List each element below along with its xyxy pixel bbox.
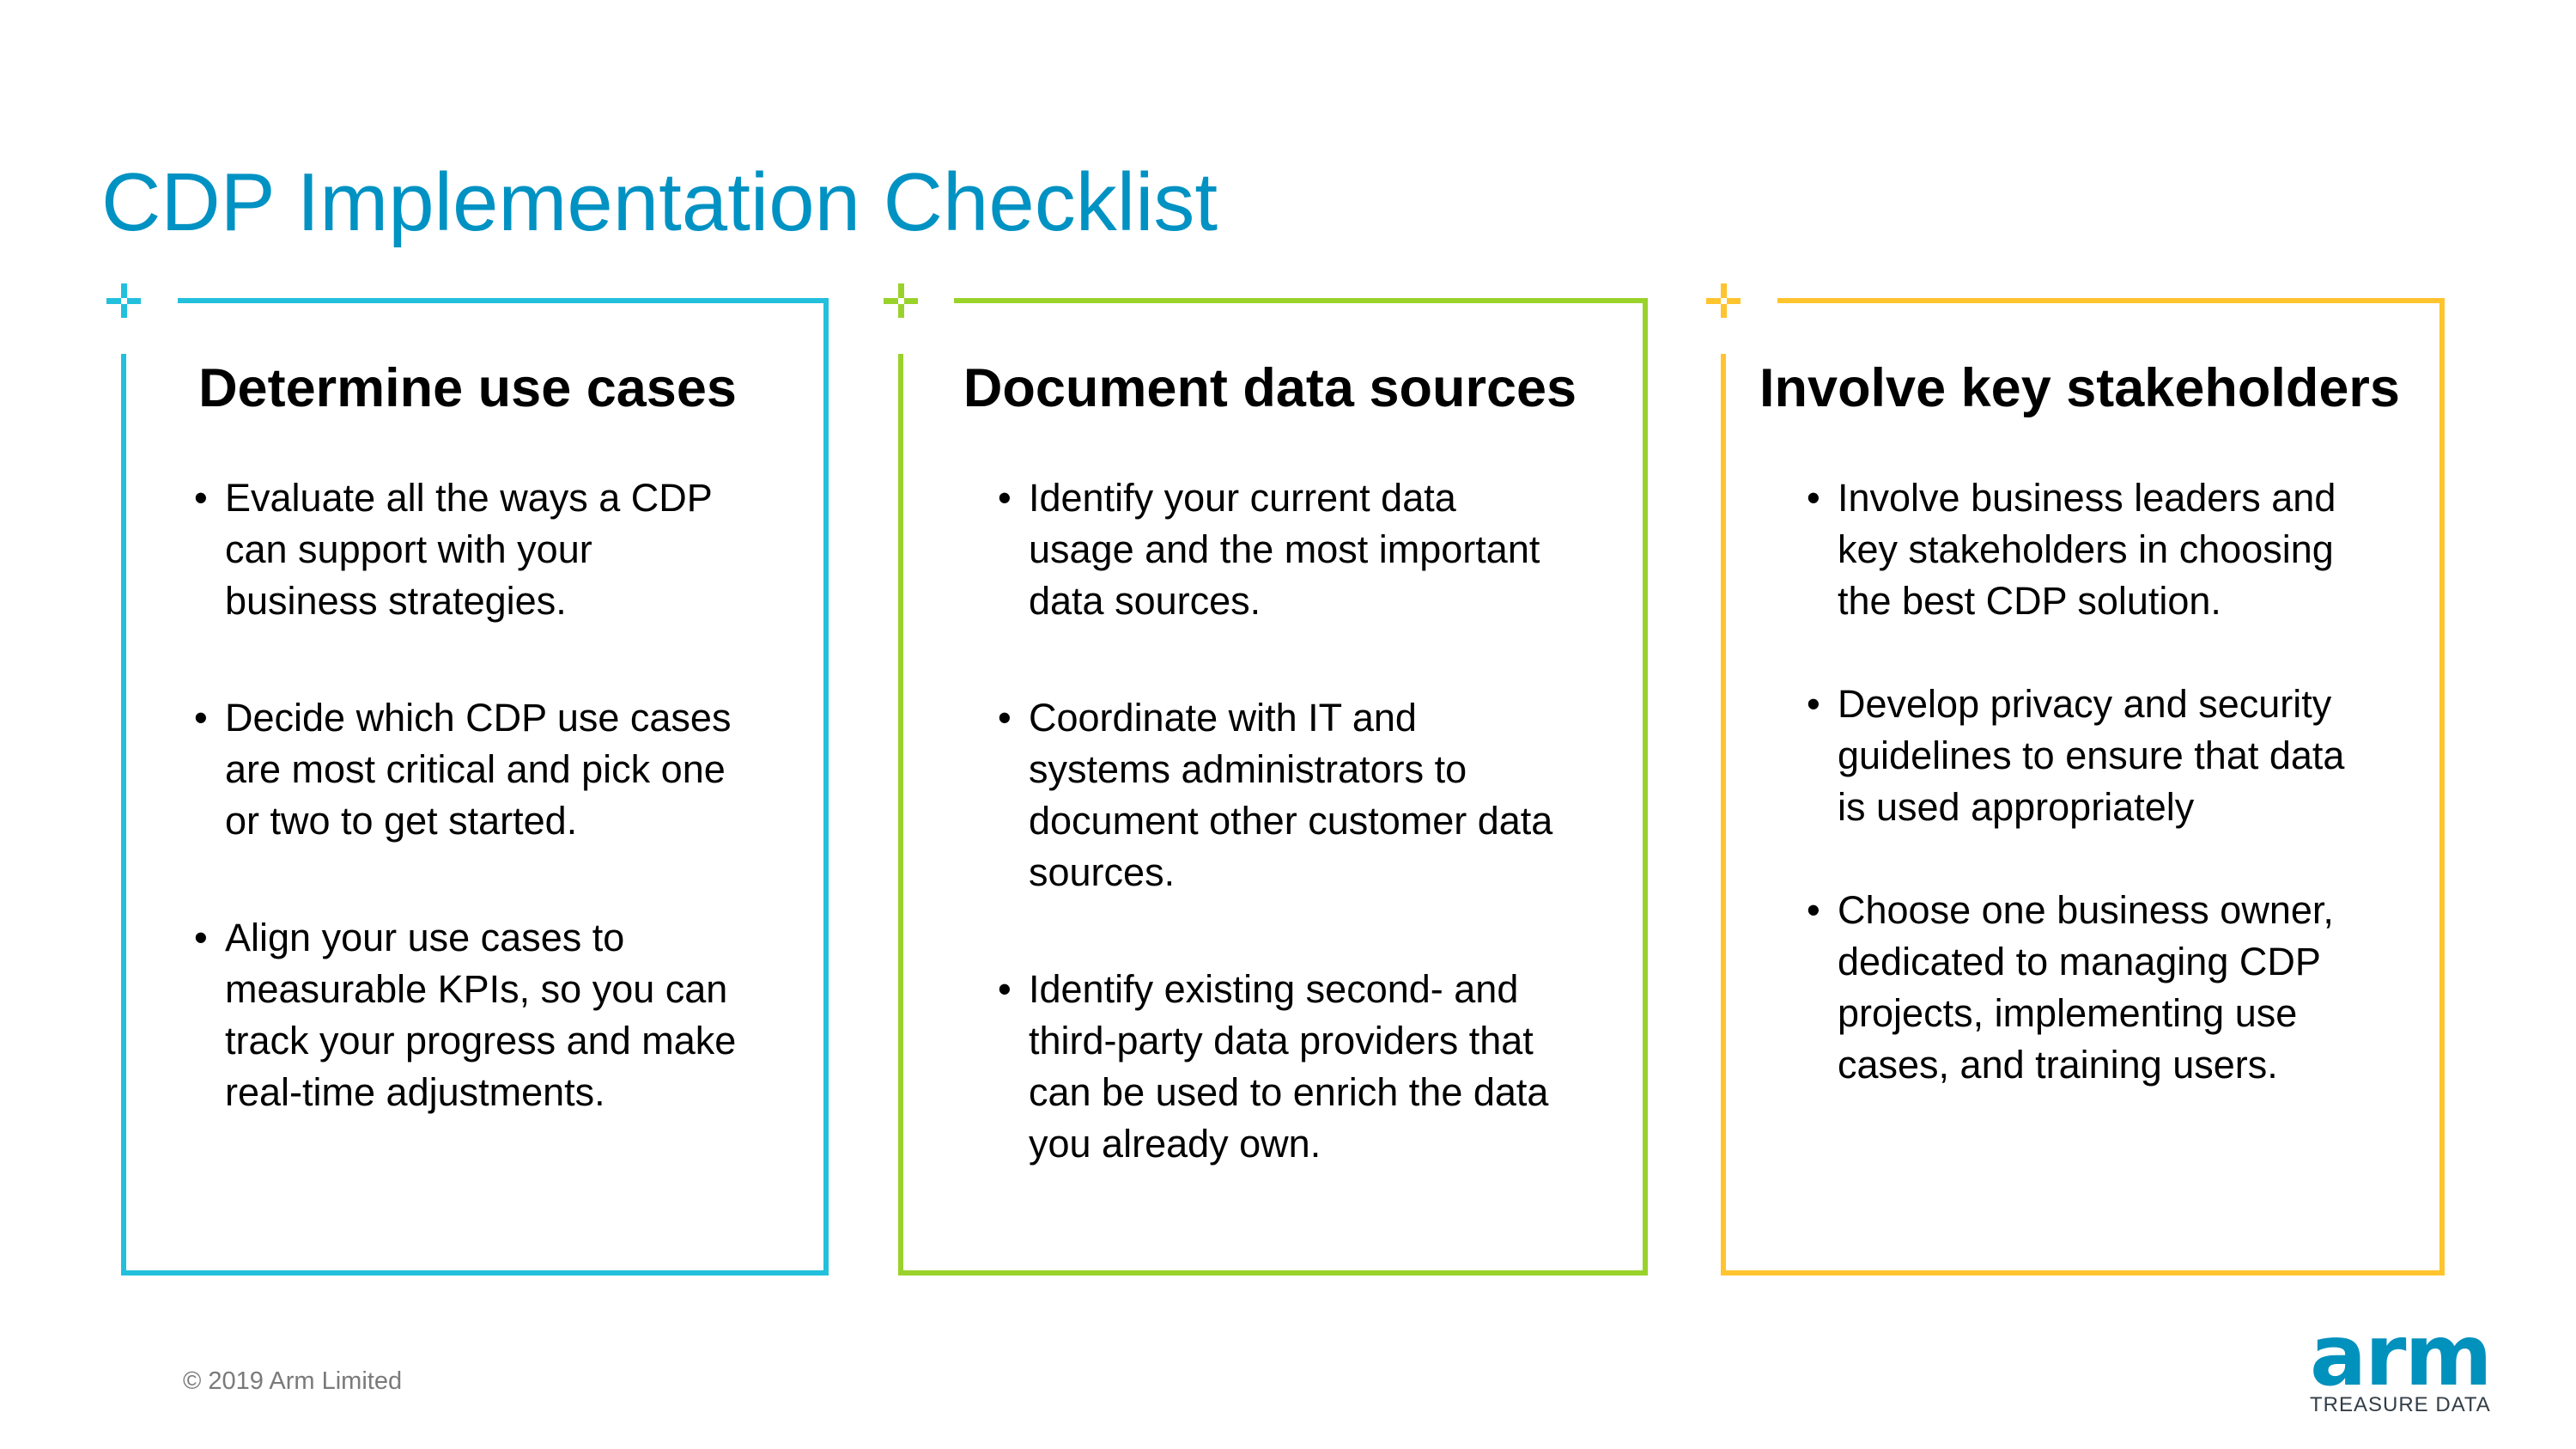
list-item: • Develop privacy and security guidelines… (1807, 679, 2356, 833)
card-border-top (178, 298, 829, 303)
list-item: • Identify existing second- and third-par… (998, 964, 1564, 1170)
card-border-bottom (1721, 1270, 2445, 1275)
logo-subtitle: TREASURE DATA (2310, 1393, 2491, 1416)
list-item: • Decide which CDP use cases are most cri… (194, 692, 744, 847)
card-document-data-sources: Document data sources • Identify your cur… (884, 283, 1648, 1275)
list-item: • Align your use cases to measurable KPIs… (194, 912, 744, 1118)
list-item: • Involve business leaders and key stakeh… (1807, 472, 2356, 627)
plus-icon (1706, 283, 1741, 318)
card-heading: Determine use cases (198, 358, 737, 418)
list-item: • Coordinate with IT and systems administ… (998, 692, 1564, 898)
bullet-icon: • (194, 916, 208, 959)
card-determine-use-cases: Determine use cases • Evaluate all the wa… (106, 283, 829, 1275)
plus-icon (884, 283, 918, 318)
bullet-list: • Evaluate all the ways a CDP can support… (194, 472, 744, 1184)
card-border-right (823, 298, 829, 1275)
card-border-top (954, 298, 1648, 303)
card-border-top (1777, 298, 2445, 303)
card-heading: Document data sources (963, 358, 1577, 418)
card-border-left (121, 354, 126, 1275)
bullet-list: • Involve business leaders and key stakeh… (1807, 472, 2356, 1156)
page-title: CDP Implementation Checklist (101, 156, 1218, 249)
bullet-icon: • (998, 967, 1012, 1011)
plus-icon (106, 283, 141, 318)
bullet-icon: • (998, 476, 1012, 520)
arm-treasure-data-logo: arm TREASURE DATA (2310, 1307, 2493, 1417)
logo-wordmark: arm (2310, 1307, 2493, 1405)
card-heading: Involve key stakeholders (1759, 358, 2400, 418)
list-item: • Choose one business owner, dedicated to… (1807, 885, 2356, 1091)
bullet-icon: • (1807, 476, 1820, 520)
card-border-bottom (898, 1270, 1648, 1275)
bullet-icon: • (1807, 888, 1820, 932)
card-involve-key-stakeholders: Involve key stakeholders • Involve busine… (1706, 283, 2445, 1275)
list-item: • Identify your current data usage and th… (998, 472, 1564, 627)
card-border-left (898, 354, 903, 1275)
bullet-list: • Identify your current data usage and th… (998, 472, 1564, 1235)
copyright-footer: © 2019 Arm Limited (183, 1367, 403, 1395)
bullet-icon: • (194, 476, 208, 520)
bullet-icon: • (194, 696, 208, 740)
bullet-icon: • (1807, 682, 1820, 726)
list-item: • Evaluate all the ways a CDP can support… (194, 472, 744, 627)
card-border-right (2439, 298, 2445, 1275)
bullet-icon: • (998, 696, 1012, 740)
card-border-right (1643, 298, 1648, 1275)
card-border-bottom (121, 1270, 829, 1275)
card-border-left (1721, 354, 1726, 1275)
